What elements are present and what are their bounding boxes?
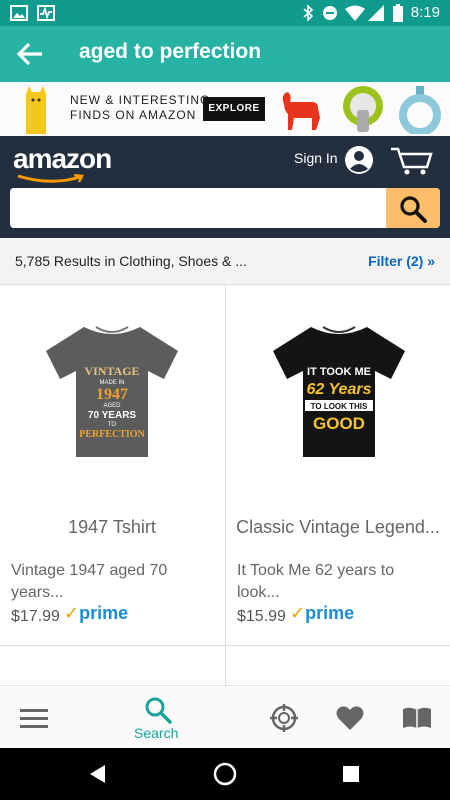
wifi-icon: [345, 5, 365, 21]
shirt-text-line: IT TOOK ME: [307, 366, 371, 378]
account-icon[interactable]: [344, 145, 374, 175]
heart-icon[interactable]: [336, 705, 364, 731]
shirt-text-line: AGED: [103, 403, 121, 409]
shirt-text-line: PERFECTION: [79, 429, 145, 440]
cart-icon[interactable]: [389, 146, 433, 176]
sign-in-link[interactable]: Sign In: [294, 150, 338, 166]
amazon-logo[interactable]: amazon: [13, 143, 112, 175]
prime-check-icon: ✓: [290, 603, 306, 623]
bottom-nav: Search: [0, 685, 450, 749]
app-bar-title: aged to perfection: [79, 40, 262, 63]
amazon-smile-icon: [17, 174, 84, 183]
product-image: IT TOOK ME 62 Years TO LOOK THIS GOOD: [273, 326, 405, 457]
shirt-text-line: 62 Years: [307, 381, 372, 398]
system-nav-bar: [0, 748, 450, 800]
recents-square-icon[interactable]: [343, 766, 359, 782]
search-tab-label[interactable]: Search: [134, 725, 178, 741]
do-not-disturb-icon: [323, 6, 337, 20]
search-icon: [400, 196, 427, 223]
results-count: 5,785 Results in Clothing, Shoes & ...: [15, 253, 247, 269]
status-time: 8:19: [410, 4, 440, 21]
ad-banner[interactable]: NEW & INTERESTING FINDS ON AMAZON EXPLOR…: [0, 82, 450, 136]
shirt-text-line: 1947: [96, 386, 128, 403]
home-circle-icon[interactable]: [213, 762, 237, 786]
search-button[interactable]: [386, 188, 440, 228]
bluetooth-icon: [303, 5, 314, 21]
product-title[interactable]: Classic Vintage Legend...: [236, 517, 440, 538]
search-input[interactable]: [10, 188, 380, 228]
shirt-text-line: TO LOOK THIS: [311, 402, 368, 411]
status-bar: 8:19: [0, 0, 450, 26]
back-arrow-icon[interactable]: [16, 41, 44, 67]
shirt-text-line: VINTAGE: [84, 364, 139, 378]
crosshair-icon[interactable]: [270, 704, 298, 732]
shirt-text-line: GOOD: [313, 414, 365, 433]
prime-badge: ✓prime: [64, 603, 129, 623]
book-icon[interactable]: [402, 706, 432, 730]
back-triangle-icon[interactable]: [89, 764, 107, 784]
blue-bottle-image: [399, 86, 441, 134]
ad-text: NEW & INTERESTING FINDS ON AMAZON: [70, 93, 211, 122]
prime-badge: ✓prime: [290, 603, 355, 623]
product-card[interactable]: IT TOOK ME 62 Years TO LOOK THIS GOOD Cl…: [226, 285, 450, 645]
green-gadget-image: [343, 86, 383, 132]
search-icon[interactable]: [144, 696, 172, 724]
signal-icon: [368, 5, 384, 21]
app-bar: aged to perfection: [0, 26, 450, 82]
amazon-header: amazon Sign In: [0, 136, 450, 238]
results-bar: 5,785 Results in Clothing, Shoes & ... F…: [0, 238, 450, 285]
grid-divider: [0, 645, 450, 646]
search-bar: [10, 188, 440, 228]
battery-icon: [393, 4, 403, 22]
activity-notification-icon: [37, 5, 55, 21]
shirt-text-line: TO: [108, 422, 117, 428]
product-card[interactable]: VINTAGE MADE IN 1947 AGED 70 YEARS TO PE…: [0, 285, 224, 645]
filter-link[interactable]: Filter (2) »: [368, 253, 435, 269]
image-notification-icon: [10, 5, 28, 21]
product-image: VINTAGE MADE IN 1947 AGED 70 YEARS TO PE…: [46, 326, 178, 457]
product-price: $17.99: [11, 608, 60, 625]
red-dog-chair-image: [282, 92, 320, 130]
menu-icon[interactable]: [20, 708, 48, 728]
explore-button[interactable]: EXPLORE: [203, 97, 265, 121]
shirt-text-line: 70 YEARS: [88, 410, 137, 421]
speaker-product-image: [26, 86, 46, 134]
product-description: Vintage 1947 aged 70 years...: [11, 562, 168, 601]
product-price: $15.99: [237, 608, 286, 625]
prime-check-icon: ✓: [64, 603, 80, 623]
product-description: It Took Me 62 years to look...: [237, 562, 395, 601]
grid-divider: [225, 285, 226, 685]
product-title[interactable]: 1947 Tshirt: [10, 517, 214, 538]
